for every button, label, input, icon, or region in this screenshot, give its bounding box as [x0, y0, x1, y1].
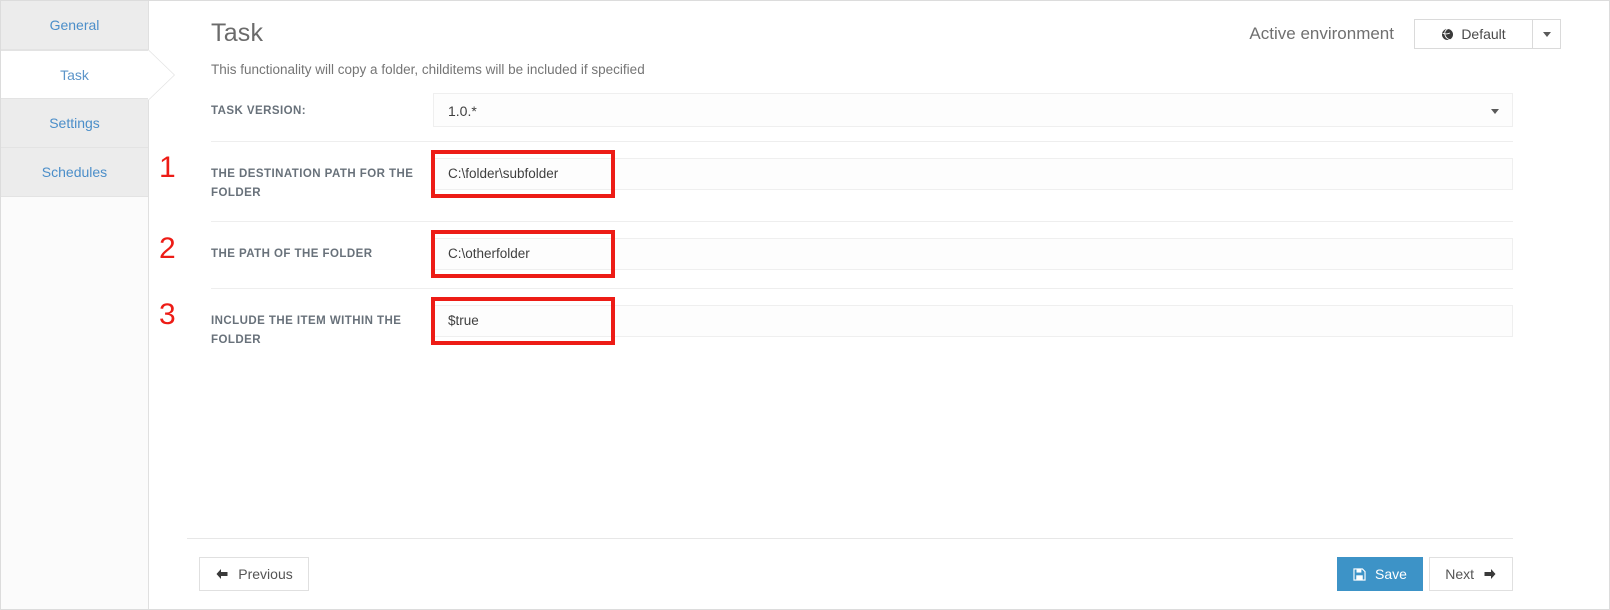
save-button[interactable]: Save	[1337, 557, 1423, 591]
active-environment-selector: Active environment Default	[1249, 19, 1561, 49]
task-version-row: TASK VERSION: 1.0.*	[211, 77, 1513, 142]
sidebar-item-general[interactable]: General	[1, 1, 148, 50]
arrow-left-icon	[215, 568, 229, 580]
environment-button-label: Default	[1461, 26, 1506, 42]
sidebar-item-task[interactable]: Task	[1, 50, 175, 100]
annotation-number-1: 1	[159, 151, 176, 184]
environment-button[interactable]: Default	[1414, 19, 1532, 49]
previous-button-label: Previous	[238, 566, 293, 582]
task-version-label: TASK VERSION:	[211, 105, 307, 117]
task-wizard-window: General Task Settings Schedules Task Thi…	[0, 0, 1610, 610]
sidebar-item-label: Settings	[49, 115, 100, 131]
field-row-destination-path: 1 THE DESTINATION PATH FOR THE FOLDER	[159, 142, 1513, 222]
next-button-label: Next	[1445, 566, 1474, 582]
field-control-destination-path	[431, 150, 1513, 198]
sidebar-item-label: Task	[60, 67, 89, 83]
arrow-right-icon	[1483, 568, 1497, 580]
destination-path-input[interactable]	[433, 158, 1513, 190]
task-content-pane: Task This functionality will copy a fold…	[149, 1, 1609, 609]
field-label-include-item: INCLUDE THE ITEM WITHIN THE FOLDER	[211, 315, 402, 346]
task-version-value: 1.0.*	[448, 103, 477, 119]
chevron-down-icon	[1491, 109, 1499, 114]
task-version-select[interactable]: 1.0.*	[433, 93, 1513, 127]
sidebar-item-label: Schedules	[41, 164, 108, 180]
wizard-footer: Previous Save Next	[187, 538, 1513, 609]
annotation-number-3: 3	[159, 298, 176, 331]
field-label-folder-path: THE PATH OF THE FOLDER	[211, 248, 373, 260]
field-row-include-item: 3 INCLUDE THE ITEM WITHIN THE FOLDER	[159, 289, 1513, 368]
include-item-input[interactable]	[433, 305, 1513, 337]
page-header: Task This functionality will copy a fold…	[149, 1, 1609, 77]
annotation-number-2: 2	[159, 232, 176, 265]
field-control-folder-path	[431, 230, 1513, 278]
active-environment-label: Active environment	[1249, 24, 1394, 43]
task-form: TASK VERSION: 1.0.* 1 THE DESTINATION PA…	[149, 77, 1609, 368]
save-button-label: Save	[1375, 566, 1407, 582]
sidebar-item-schedules[interactable]: Schedules	[1, 148, 148, 197]
folder-path-input[interactable]	[433, 238, 1513, 270]
field-row-folder-path: 2 THE PATH OF THE FOLDER	[159, 222, 1513, 289]
task-version-control: 1.0.*	[433, 93, 1513, 127]
floppy-disk-icon	[1353, 567, 1366, 581]
globe-icon	[1441, 27, 1454, 41]
sidebar-item-label: General	[49, 17, 100, 33]
field-label-destination-path: THE DESTINATION PATH FOR THE FOLDER	[211, 168, 414, 199]
field-control-include-item	[431, 297, 1513, 345]
page-subtitle: This functionality will copy a folder, c…	[211, 62, 645, 77]
sidebar-item-settings[interactable]: Settings	[1, 99, 148, 148]
wizard-step-sidebar: General Task Settings Schedules	[1, 1, 175, 609]
next-button[interactable]: Next	[1429, 557, 1513, 591]
previous-button[interactable]: Previous	[199, 557, 309, 591]
chevron-down-icon	[1542, 31, 1551, 37]
environment-dropdown-toggle[interactable]	[1532, 19, 1561, 49]
